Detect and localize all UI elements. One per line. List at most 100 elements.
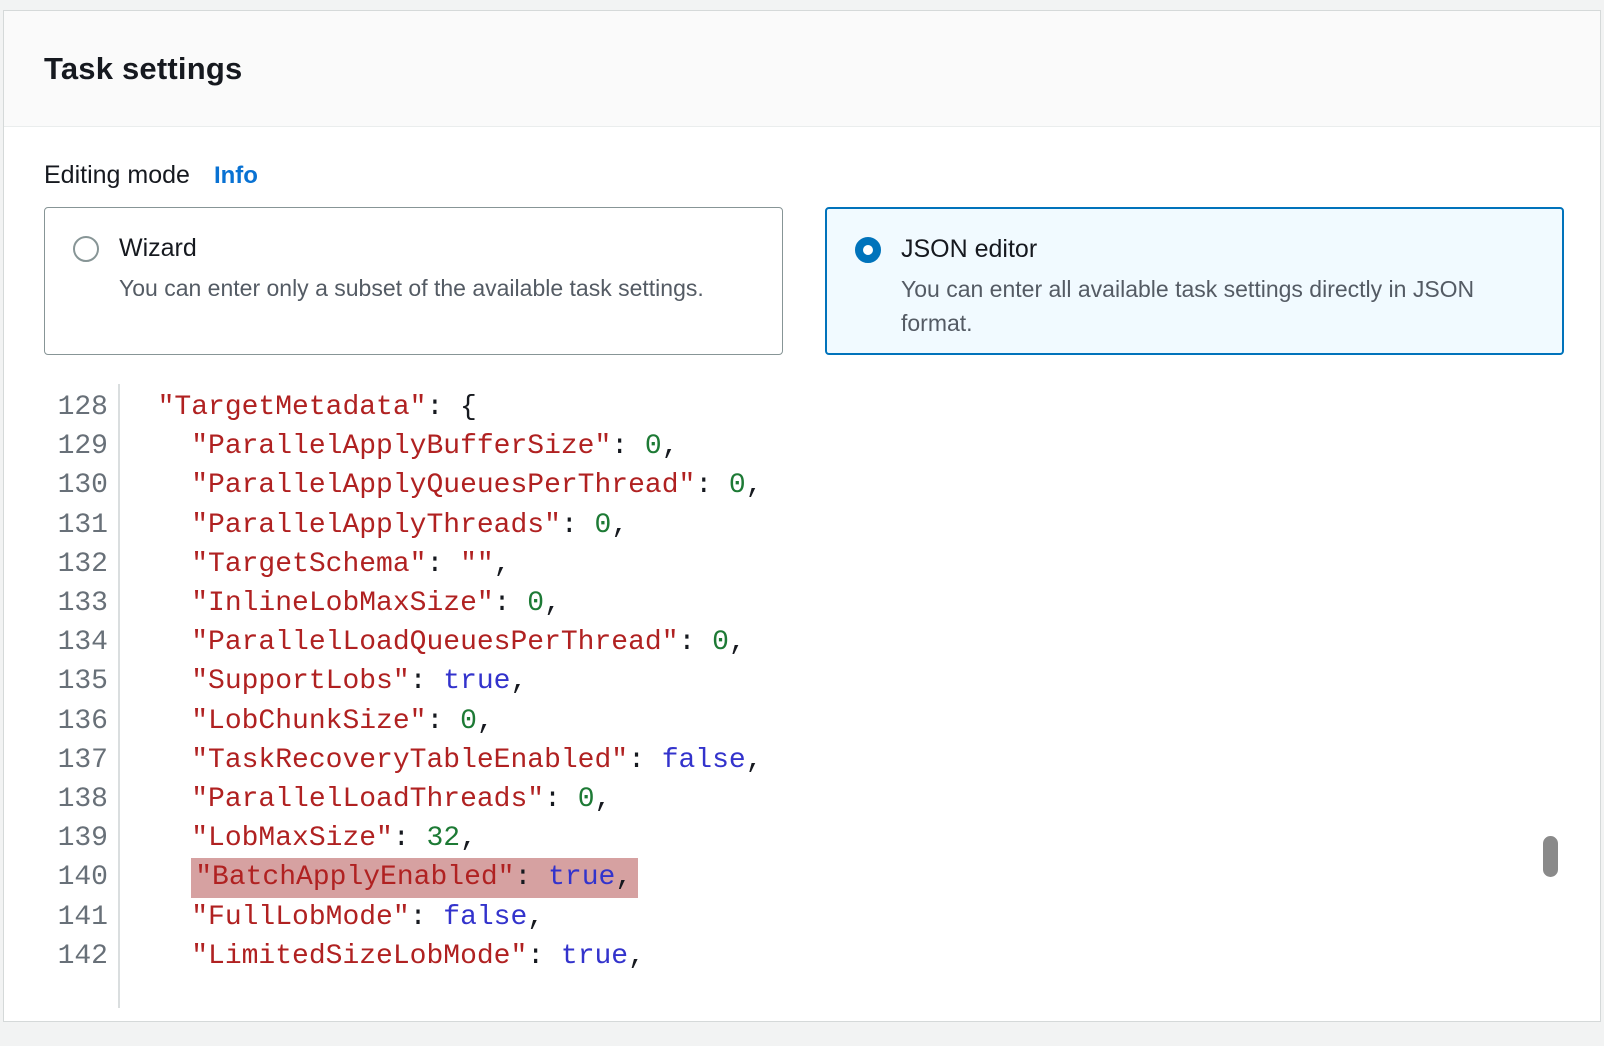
line-number: 142 xyxy=(4,941,118,972)
token-str: "TaskRecoveryTableEnabled" xyxy=(191,745,628,776)
radio-selected-icon[interactable] xyxy=(855,237,881,263)
token-pun: : xyxy=(561,510,595,541)
option-json-editor[interactable]: JSON editor You can enter all available … xyxy=(825,207,1564,355)
json-code-editor[interactable]: 128 "TargetMetadata": {129 "ParallelAppl… xyxy=(4,388,1600,1008)
token-pun: , xyxy=(595,784,612,815)
code-line[interactable]: 130 "ParallelApplyQueuesPerThread": 0, xyxy=(4,466,1600,505)
code-text: "ParallelApplyQueuesPerThread": 0, xyxy=(118,470,763,501)
token-pun: , xyxy=(460,823,477,854)
token-str: "LimitedSizeLobMode" xyxy=(191,941,527,972)
line-number: 128 xyxy=(4,392,118,423)
token-bool: true xyxy=(443,666,510,697)
line-number: 138 xyxy=(4,784,118,815)
code-text: "ParallelApplyBufferSize": 0, xyxy=(118,431,679,462)
code-text: "ParallelApplyThreads": 0, xyxy=(118,510,628,541)
token-str: "InlineLobMaxSize" xyxy=(191,588,493,619)
token-pun: : xyxy=(514,862,548,893)
token-num: 0 xyxy=(595,510,612,541)
code-text: "ParallelLoadQueuesPerThread": 0, xyxy=(118,627,746,658)
editor-scrollbar-thumb[interactable] xyxy=(1543,836,1558,877)
token-pun: , xyxy=(662,431,679,462)
token-pun: : xyxy=(426,549,460,580)
token-str: "ParallelApplyQueuesPerThread" xyxy=(191,470,695,501)
code-line[interactable]: 140 "BatchApplyEnabled": true, xyxy=(4,858,1600,897)
line-number: 135 xyxy=(4,666,118,697)
highlighted-code: "BatchApplyEnabled": true, xyxy=(191,858,638,898)
token-pun: : xyxy=(426,706,460,737)
token-pun: : xyxy=(695,470,729,501)
line-number: 140 xyxy=(4,862,118,893)
option-wizard[interactable]: Wizard You can enter only a subset of th… xyxy=(44,207,783,355)
token-pun: , xyxy=(628,941,645,972)
code-line[interactable]: 132 "TargetSchema": "", xyxy=(4,545,1600,584)
line-number: 132 xyxy=(4,549,118,580)
token-pun: : xyxy=(679,627,713,658)
token-pun: : xyxy=(410,902,444,933)
option-json-editor-title: JSON editor xyxy=(901,235,1037,264)
code-line[interactable]: 128 "TargetMetadata": { xyxy=(4,388,1600,427)
token-pun: , xyxy=(510,666,527,697)
option-wizard-description: You can enter only a subset of the avail… xyxy=(119,271,754,305)
page-title: Task settings xyxy=(44,51,242,87)
code-text: "BatchApplyEnabled": true, xyxy=(118,862,638,893)
code-text: "InlineLobMaxSize": 0, xyxy=(118,588,561,619)
radio-unselected-icon[interactable] xyxy=(73,236,99,262)
token-num: 0 xyxy=(712,627,729,658)
token-str: "LobChunkSize" xyxy=(191,706,426,737)
token-num: 0 xyxy=(645,431,662,462)
code-line[interactable]: 137 "TaskRecoveryTableEnabled": false, xyxy=(4,741,1600,780)
code-text: "LimitedSizeLobMode": true, xyxy=(118,941,645,972)
code-line[interactable]: 142 "LimitedSizeLobMode": true, xyxy=(4,937,1600,976)
token-num: 32 xyxy=(426,823,460,854)
code-line[interactable]: 138 "ParallelLoadThreads": 0, xyxy=(4,780,1600,819)
line-number: 136 xyxy=(4,706,118,737)
code-line[interactable]: 141 "FullLobMode": false, xyxy=(4,897,1600,936)
line-number: 134 xyxy=(4,627,118,658)
token-num: 0 xyxy=(729,470,746,501)
card-header: Task settings xyxy=(4,11,1600,127)
info-link[interactable]: Info xyxy=(214,162,258,190)
code-line[interactable]: 135 "SupportLobs": true, xyxy=(4,662,1600,701)
line-number: 130 xyxy=(4,470,118,501)
token-str: "ParallelApplyThreads" xyxy=(191,510,561,541)
editing-mode-row: Editing mode Info xyxy=(44,161,1560,190)
token-str: "ParallelApplyBufferSize" xyxy=(191,431,611,462)
token-str: "ParallelLoadQueuesPerThread" xyxy=(191,627,678,658)
line-number: 131 xyxy=(4,510,118,541)
code-text: "LobChunkSize": 0, xyxy=(118,706,494,737)
code-text: "TargetSchema": "", xyxy=(118,549,511,580)
token-pun: : xyxy=(611,431,645,462)
editing-mode-options: Wizard You can enter only a subset of th… xyxy=(44,207,1600,355)
token-bool: true xyxy=(548,862,615,893)
code-line[interactable]: 133 "InlineLobMaxSize": 0, xyxy=(4,584,1600,623)
token-pun: , xyxy=(527,902,544,933)
token-bool: false xyxy=(443,902,527,933)
token-pun: , xyxy=(611,510,628,541)
code-text: "FullLobMode": false, xyxy=(118,902,544,933)
token-str: "ParallelLoadThreads" xyxy=(191,784,544,815)
token-str: "SupportLobs" xyxy=(191,666,409,697)
code-line[interactable]: 134 "ParallelLoadQueuesPerThread": 0, xyxy=(4,623,1600,662)
token-num: 0 xyxy=(527,588,544,619)
line-number: 133 xyxy=(4,588,118,619)
token-bool: true xyxy=(561,941,628,972)
code-line[interactable]: 129 "ParallelApplyBufferSize": 0, xyxy=(4,427,1600,466)
token-pun: : xyxy=(628,745,662,776)
code-line[interactable]: 136 "LobChunkSize": 0, xyxy=(4,702,1600,741)
gutter-separator xyxy=(118,384,120,1008)
token-str: "TargetMetadata" xyxy=(158,392,427,423)
token-pun: : { xyxy=(426,392,476,423)
token-str: "BatchApplyEnabled" xyxy=(195,862,514,893)
code-text: "LobMaxSize": 32, xyxy=(118,823,477,854)
token-pun: : xyxy=(527,941,561,972)
token-pun: , xyxy=(477,706,494,737)
task-settings-page: Task settings Editing mode Info Wizard Y… xyxy=(0,0,1604,1046)
option-json-editor-description: You can enter all available task setting… xyxy=(901,272,1534,340)
token-str: "LobMaxSize" xyxy=(191,823,393,854)
code-line[interactable]: 131 "ParallelApplyThreads": 0, xyxy=(4,506,1600,545)
code-line[interactable]: 139 "LobMaxSize": 32, xyxy=(4,819,1600,858)
token-pun: , xyxy=(494,549,511,580)
option-wizard-head: Wizard xyxy=(73,234,754,263)
token-num: 0 xyxy=(578,784,595,815)
token-pun: : xyxy=(410,666,444,697)
